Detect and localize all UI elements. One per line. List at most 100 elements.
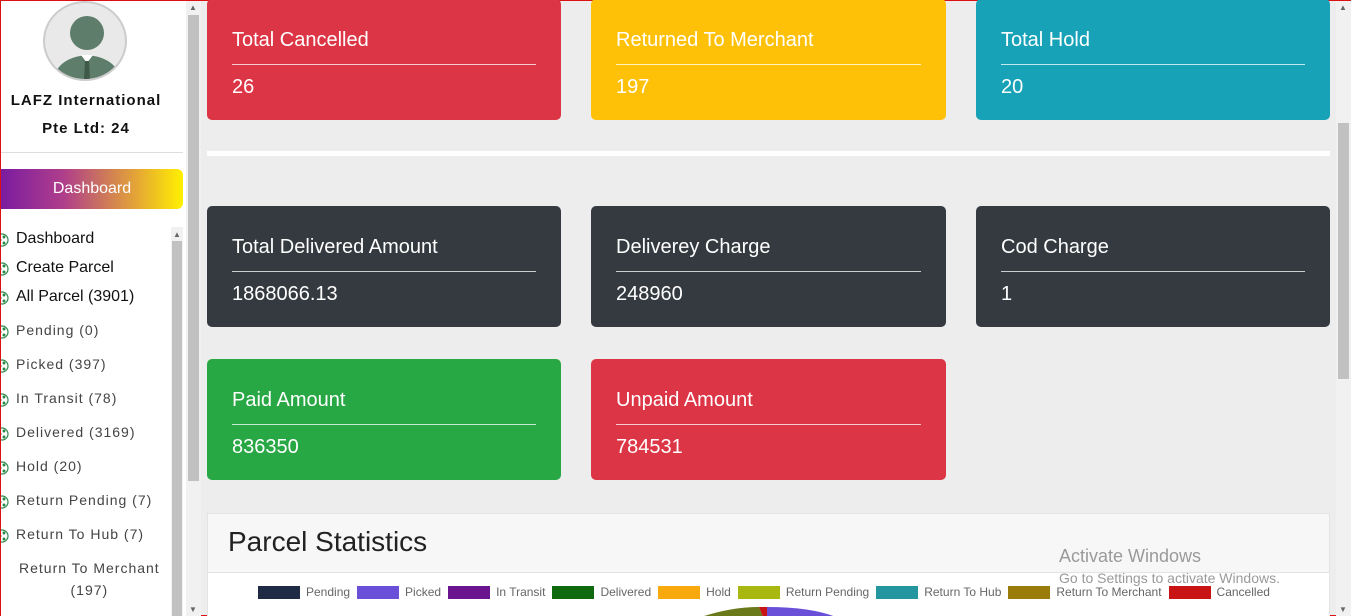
legend-item-pending[interactable]: Pending: [258, 585, 350, 599]
sidebar-item-return-to-merchant[interactable]: Return To Merchant (197): [19, 560, 160, 598]
sidebar: LAFZ International Pte Ltd: 24 Dashboard…: [1, 1, 186, 616]
scroll-down-icon[interactable]: ▼: [1339, 605, 1347, 614]
main-scrollbar[interactable]: ▲ ▼: [1336, 1, 1351, 616]
company-name-line2: Pte Ltd: 24: [42, 120, 130, 137]
sidebar-item-dashboard[interactable]: Dashboard: [1, 230, 94, 250]
company-name-line1: LAFZ International: [10, 92, 162, 109]
legend-item-hold[interactable]: Hold: [658, 585, 731, 599]
sidebar-scrollbar[interactable]: ▲ ▼: [186, 1, 201, 616]
card-label: Total Cancelled: [232, 29, 369, 51]
sidebar-item-label: Dashboard: [16, 230, 95, 247]
total-delivered-amount-card: Total Delivered Amount 1868066.13: [207, 206, 561, 327]
avatar: [43, 1, 127, 81]
sidebar-item-all-parcel[interactable]: All Parcel (3901): [1, 288, 134, 308]
card-value: 26: [232, 76, 255, 98]
legend-swatch: [876, 585, 919, 599]
sidebar-item-count: (197): [70, 582, 109, 598]
legend-swatch: [357, 585, 400, 599]
scroll-down-icon[interactable]: ▼: [189, 605, 197, 614]
legend-swatch: [1168, 585, 1211, 599]
menu-scrollbar[interactable]: ▲: [171, 227, 183, 616]
card-label: Returned To Merchant: [616, 29, 814, 51]
card-value: 1868066.13: [232, 283, 338, 305]
total-cancelled-card: Total Cancelled 26: [207, 0, 561, 120]
returned-to-merchant-card: Returned To Merchant 197: [591, 0, 946, 120]
scroll-up-icon[interactable]: ▲: [189, 3, 197, 12]
share-icon: [1, 390, 15, 410]
scroll-up-icon[interactable]: ▲: [173, 230, 181, 239]
sidebar-item-return-to-hub[interactable]: Return To Hub (7): [1, 526, 144, 546]
sidebar-item-hold[interactable]: Hold (20): [1, 458, 83, 478]
legend-label: Return To Hub: [924, 585, 1002, 599]
card-label: Unpaid Amount: [616, 389, 753, 411]
delivery-charge-card: Deliverey Charge 248960: [591, 206, 946, 327]
panel-title: Parcel Statistics: [228, 526, 428, 557]
legend-item-in-transit[interactable]: In Transit: [448, 585, 545, 599]
scroll-thumb[interactable]: [1338, 123, 1349, 379]
sidebar-divider: [1, 152, 183, 153]
watermark-line1: Activate Windows: [1059, 546, 1202, 566]
legend-item-return-pending[interactable]: Return Pending: [737, 585, 870, 599]
card-value: 248960: [616, 283, 683, 305]
card-label: Deliverey Charge: [616, 236, 771, 258]
share-icon: [1, 492, 15, 512]
card-divider: [616, 424, 921, 425]
unpaid-amount-card: Unpaid Amount 784531: [591, 359, 946, 480]
card-label: Paid Amount: [232, 389, 346, 411]
share-icon: [1, 526, 15, 546]
share-icon: [1, 424, 15, 444]
company-name: LAFZ International Pte Ltd: 24: [1, 87, 171, 143]
card-divider: [1001, 64, 1305, 65]
legend-swatch: [258, 585, 300, 599]
sidebar-item-label: Return To Hub (7): [16, 526, 145, 542]
legend-item-cancelled[interactable]: Cancelled: [1168, 585, 1270, 599]
legend-item-picked[interactable]: Picked: [357, 585, 441, 599]
card-divider: [1001, 271, 1305, 272]
sidebar-item-delivered[interactable]: Delivered (3169): [1, 424, 136, 444]
sidebar-item-label: In Transit (78): [16, 390, 118, 406]
card-divider: [616, 271, 921, 272]
sidebar-item-return-pending[interactable]: Return Pending (7): [1, 492, 152, 512]
legend-label: Hold: [706, 585, 731, 599]
legend-label: Picked: [405, 585, 442, 599]
sidebar-menu: Dashboard Create Parcel All Parcel (3901…: [1, 227, 171, 616]
card-label: Total Hold: [1001, 29, 1090, 51]
windows-activation-watermark: Activate Windows Go to Settings to activ…: [1059, 546, 1280, 586]
share-icon: [1, 356, 15, 376]
legend-item-delivered[interactable]: Delivered: [552, 585, 651, 599]
section-divider: [207, 151, 1330, 156]
share-icon: [1, 458, 15, 478]
share-icon: [1, 230, 15, 250]
scroll-up-icon[interactable]: ▲: [1339, 3, 1347, 12]
sidebar-item-label: Create Parcel: [16, 259, 114, 276]
sidebar-item-pending[interactable]: Pending (0): [1, 322, 99, 342]
legend-swatch: [658, 585, 701, 599]
sidebar-item-label: Return Pending (7): [16, 492, 153, 508]
card-value: 1: [1001, 283, 1013, 305]
scroll-thumb[interactable]: [188, 15, 199, 481]
sidebar-item-create-parcel[interactable]: Create Parcel: [1, 259, 114, 279]
share-icon: [1, 288, 15, 308]
pie-slice: [704, 607, 763, 616]
chart-legend: Pending Picked In Transit Delivered Hold…: [258, 585, 1277, 599]
legend-label: Return Pending: [785, 585, 870, 599]
card-value: 197: [616, 76, 650, 98]
sidebar-item-picked[interactable]: Picked (397): [1, 356, 107, 376]
sidebar-item-in-transit[interactable]: In Transit (78): [1, 390, 117, 410]
legend-label: In Transit: [496, 585, 546, 599]
paid-amount-card: Paid Amount 836350: [207, 359, 561, 480]
legend-item-return-to-hub[interactable]: Return To Hub: [876, 585, 1001, 599]
sidebar-item-label: Delivered (3169): [16, 424, 136, 440]
legend-label: Delivered: [600, 585, 652, 599]
dashboard-button[interactable]: Dashboard: [1, 169, 183, 209]
card-label: Cod Charge: [1001, 236, 1109, 258]
card-divider: [232, 424, 536, 425]
legend-label: Pending: [306, 585, 351, 599]
legend-label: Cancelled: [1216, 585, 1270, 599]
legend-item-return-to-merchant[interactable]: Return To Merchant: [1008, 585, 1162, 599]
card-value: 20: [1001, 76, 1024, 98]
scroll-thumb[interactable]: [172, 241, 182, 616]
legend-label: Return To Merchant: [1056, 585, 1162, 599]
total-hold-card: Total Hold 20: [976, 0, 1330, 120]
sidebar-item-label: Pending (0): [16, 322, 100, 338]
